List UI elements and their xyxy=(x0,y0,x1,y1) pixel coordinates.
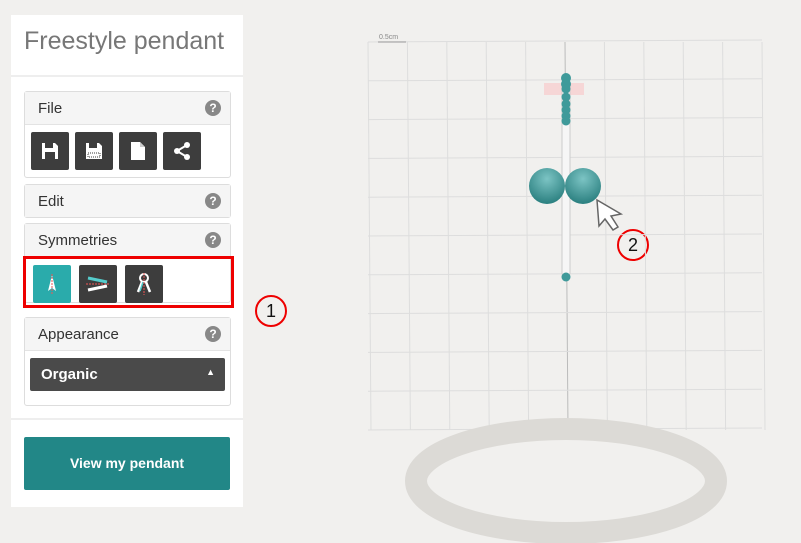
grid-line xyxy=(722,41,727,431)
grid-line xyxy=(367,311,763,315)
grid-line xyxy=(525,41,530,431)
large-bead[interactable] xyxy=(529,168,565,204)
grid-line xyxy=(367,349,763,353)
pendant-viewport[interactable]: 0.5cm xyxy=(0,0,801,543)
grid-line xyxy=(485,41,490,431)
grid-line xyxy=(761,41,766,431)
grid-line xyxy=(643,41,648,431)
grid-line xyxy=(367,388,763,392)
scale-label: 0.5cm xyxy=(379,34,398,41)
cursor-icon xyxy=(596,198,624,231)
pendant-shadow xyxy=(405,418,727,543)
grid-line xyxy=(682,41,687,431)
grid-line xyxy=(367,39,763,43)
large-bead[interactable] xyxy=(565,168,601,204)
grid-line xyxy=(603,41,608,431)
